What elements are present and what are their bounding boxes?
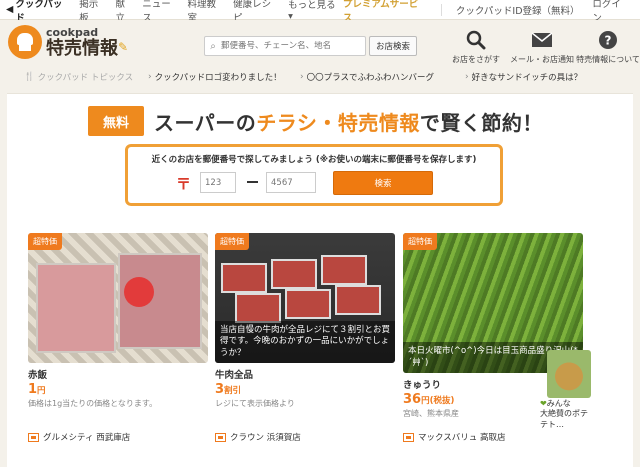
store-search-input[interactable] xyxy=(221,41,361,51)
fork-icon: 🍴 xyxy=(24,72,35,82)
zip-search-button[interactable]: 検索 xyxy=(333,171,433,195)
help-icon: ? xyxy=(598,30,618,50)
back-arrow-icon: ◀ xyxy=(6,4,14,15)
mail-notify-button[interactable]: メール・お店通知 xyxy=(510,30,574,65)
topics-bar: 🍴 クックパッド トピックス クックパッドロゴ変わりました！ 〇〇プラスでふわふ… xyxy=(0,68,640,86)
zip-search-form: 近くのお店を郵便番号で探してみましょう (※お使いの端末に郵便番号を保存します)… xyxy=(125,144,503,206)
product-photo[interactable]: 超特価 当店自慢の牛肉が全品レジにて３割引とお買得です。今晩のおかずの一品にいか… xyxy=(215,233,395,363)
site-logo[interactable]: cookpad 特売情報 xyxy=(8,25,118,59)
postal-mark-icon: 〒 xyxy=(176,175,192,193)
free-badge: 無料 xyxy=(88,106,144,136)
topic-link[interactable]: クックパッドロゴ変わりました！ xyxy=(148,71,300,83)
store-link[interactable]: マックスバリュ 高取店 xyxy=(403,431,505,443)
sale-badge: 超特価 xyxy=(28,233,62,250)
zip-instruction: 近くのお店を郵便番号で探してみましょう (※お使いの端末に郵便番号を保存します) xyxy=(151,155,477,165)
search-icon: ⌕ xyxy=(210,40,216,52)
zip-first-input[interactable] xyxy=(200,172,236,193)
heart-icon: ❤ xyxy=(540,399,547,408)
store-search-box: ⌕ xyxy=(204,36,366,56)
chef-hat-icon xyxy=(8,25,42,59)
logo-title: 特売情報 xyxy=(46,37,118,59)
site-header: cookpad 特売情報 ✎ ⌕ お店検索 お店をさがす メール・お店通知 ? … xyxy=(0,20,640,68)
hero-banner: 無料 スーパーのチラシ・特売情報で賢く節約！ xyxy=(88,106,543,136)
sale-badge: 超特価 xyxy=(215,233,249,250)
store-icon xyxy=(28,432,39,442)
sale-card[interactable]: 超特価 赤飯 1円 価格は1g当たりの価格となります。 グルメシティ 西武庫店 xyxy=(28,233,208,443)
sale-badge: 超特価 xyxy=(403,233,437,250)
topic-link[interactable]: 〇〇プラスでふわふわハンバーグ xyxy=(300,71,465,83)
zip-second-input[interactable] xyxy=(266,172,316,193)
product-photo[interactable]: 超特価 xyxy=(28,233,208,363)
nav-more-link[interactable]: もっと見る ▾ xyxy=(288,0,343,22)
store-icon xyxy=(403,432,414,442)
sale-card[interactable]: 超特価 当店自慢の牛肉が全品レジにて３割引とお買得です。今晩のおかずの一品にいか… xyxy=(215,233,395,443)
topic-link[interactable]: 好きなサンドイッチの具は？ xyxy=(465,71,583,83)
product-name[interactable]: 赤飯 xyxy=(28,367,208,381)
mail-icon xyxy=(531,30,553,50)
product-name[interactable]: 牛肉全品 xyxy=(215,367,395,381)
register-link[interactable]: クックパッドID登録（無料） xyxy=(456,3,580,17)
hero-title: スーパーのチラシ・特売情報で賢く節約！ xyxy=(154,110,543,135)
search-icon xyxy=(466,30,486,50)
price-note: 価格は1g当たりの価格となります。 xyxy=(28,399,158,408)
flag-icon: ✎ xyxy=(118,40,129,54)
product-comment: 当店自慢の牛肉が全品レジにて３割引とお買得です。今晩のおかずの一品にいかがでしょ… xyxy=(215,320,395,363)
main-content: 無料 スーパーのチラシ・特売情報で賢く節約！ 近くのお店を郵便番号で探してみまし… xyxy=(7,93,633,467)
topics-heading: クックパッド トピックス xyxy=(37,73,134,83)
recipe-teaser[interactable]: ❤みんな 大絶賛のポテ テト… xyxy=(540,399,588,430)
store-icon xyxy=(215,432,226,442)
divider xyxy=(440,3,442,16)
svg-text:?: ? xyxy=(605,34,612,48)
logo-cookpad-text: cookpad xyxy=(46,25,99,39)
product-price: 3割引 xyxy=(215,382,242,397)
store-link[interactable]: クラウン 浜須賀店 xyxy=(215,431,301,443)
product-price: 1円 xyxy=(28,382,46,397)
store-search-button[interactable]: お店検索 xyxy=(369,36,417,56)
about-button[interactable]: ? 特売情報について xyxy=(576,30,640,65)
zip-dash xyxy=(247,181,258,183)
recipe-thumbnail[interactable] xyxy=(547,350,591,398)
price-note: レジにて表示価格より xyxy=(215,399,295,408)
header-actions: お店をさがす メール・お店通知 ? 特売情報について xyxy=(452,30,640,65)
find-store-button[interactable]: お店をさがす xyxy=(452,30,500,65)
store-link[interactable]: グルメシティ 西武庫店 xyxy=(28,431,130,443)
global-nav: ◀ クックパッド 掲示板 献立 ニュース 料理教室 健康レシピ もっと見る ▾ … xyxy=(0,0,640,24)
